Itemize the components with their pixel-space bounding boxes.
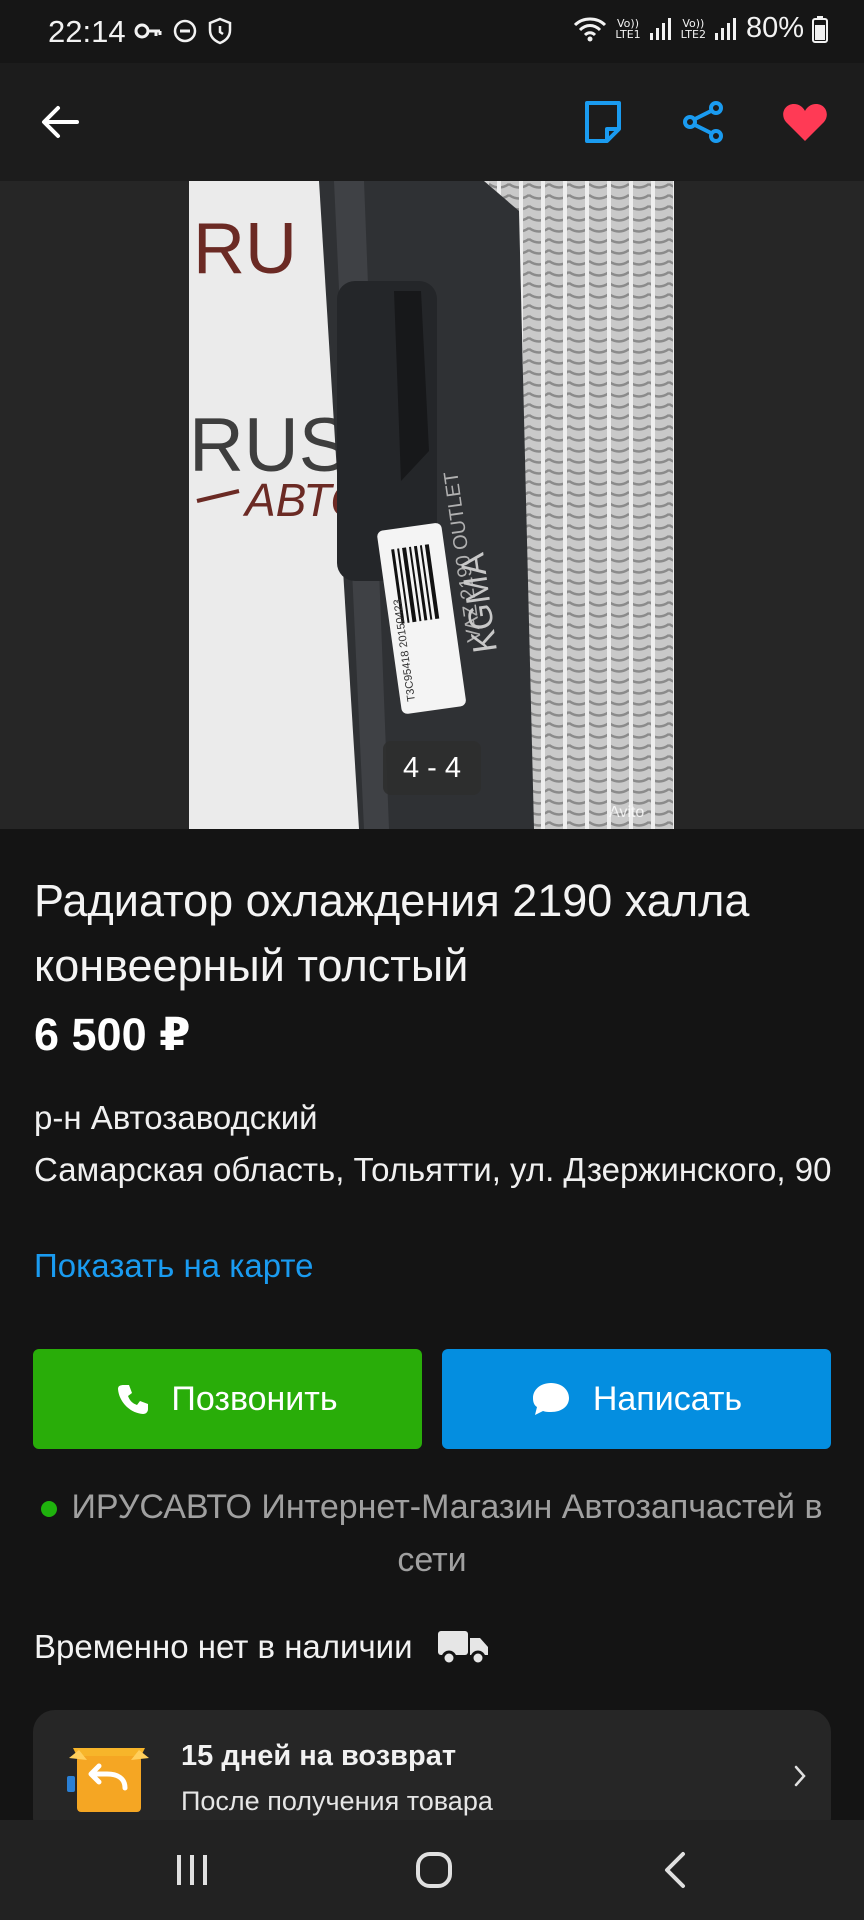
return-box-icon [67, 1748, 149, 1812]
sim1-bottom: LTE1 [615, 27, 641, 41]
status-right: Vo)) LTE1 Vo)) LTE2 80% [573, 12, 828, 45]
call-label: Позвонить [171, 1379, 338, 1418]
phone-icon [118, 1385, 149, 1414]
key-icon [134, 23, 162, 39]
signal-icon [649, 17, 671, 40]
availability: Временно нет в наличии [34, 1628, 489, 1666]
heart-icon [783, 104, 827, 141]
app-bar [0, 63, 864, 181]
show-on-map-link[interactable]: Показать на карте [34, 1247, 313, 1285]
logo-top: RU [193, 209, 297, 289]
home-button[interactable] [404, 1840, 464, 1900]
shield-icon [208, 17, 232, 45]
message-icon [532, 1383, 569, 1415]
note-icon [585, 101, 621, 143]
share-button[interactable] [673, 92, 733, 152]
return-title: 15 дней на возврат [181, 1740, 457, 1772]
back-button[interactable] [30, 92, 90, 152]
availability-label: Временно нет в наличии [34, 1628, 413, 1665]
home-icon [416, 1852, 452, 1888]
truck-icon [437, 1631, 488, 1665]
write-label: Написать [592, 1379, 743, 1418]
listing-title: Радиатор охлаждения 2190 халла конвеерны… [34, 875, 750, 991]
favorite-button[interactable] [775, 92, 835, 152]
battery-icon [812, 15, 828, 43]
status-icons-left [134, 17, 232, 45]
battery-percent: 80% [745, 12, 804, 44]
sim2-indicator: Vo)) LTE2 [681, 18, 706, 40]
watermark: Avito [609, 804, 644, 821]
sim2-top: Vo)) [682, 16, 705, 30]
system-back-button[interactable] [645, 1840, 705, 1900]
address: Самарская область, Тольятти, ул. Дзержин… [34, 1151, 832, 1188]
recents-button[interactable] [162, 1840, 222, 1900]
sim1-indicator: Vo)) LTE1 [615, 18, 640, 40]
sim1-top: Vo)) [617, 16, 639, 30]
back-arrow-icon [42, 106, 79, 138]
seller-name[interactable]: ИРУСАВТО Интернет-Магазин Автозапчастей … [71, 1488, 822, 1579]
product-photo[interactable]: RU RUS- АВТО T3C95418 20150423 VAZ 2190 … [189, 181, 674, 829]
radiator-photo: RU RUS- АВТО T3C95418 20150423 VAZ 2190 … [189, 181, 674, 829]
status-time: 22:14 [48, 14, 126, 49]
share-icon [683, 101, 723, 143]
seller-info[interactable]: ИРУСАВТО Интернет-Магазин Автозапчастей … [34, 1481, 830, 1587]
signal-icon [714, 17, 736, 40]
photo-gallery[interactable]: RU RUS- АВТО T3C95418 20150423 VAZ 2190 … [0, 181, 864, 829]
return-subtitle: После получения товара [181, 1786, 493, 1816]
dnd-icon [173, 19, 197, 43]
online-status-dot [41, 1501, 58, 1518]
status-bar: 22:14 Vo)) LTE1 Vo)) LTE2 80% [0, 0, 864, 63]
wifi-icon [574, 17, 607, 41]
chevron-right-icon [794, 1765, 806, 1787]
write-button[interactable]: Написать [442, 1349, 831, 1449]
system-nav-bar [0, 1820, 864, 1920]
listing-price: 6 500 ₽ [34, 1009, 191, 1060]
district: р-н Автозаводский [34, 1099, 318, 1136]
note-button[interactable] [573, 92, 633, 152]
recents-icon [177, 1855, 207, 1885]
back-icon [665, 1852, 685, 1888]
call-button[interactable]: Позвонить [33, 1349, 422, 1449]
sim2-bottom: LTE2 [680, 27, 706, 41]
photo-counter: 4 - 4 [383, 741, 481, 795]
